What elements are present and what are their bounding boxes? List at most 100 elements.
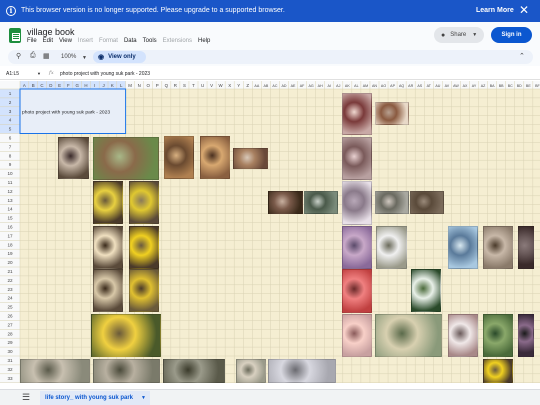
photo-orchard	[93, 137, 159, 180]
photo-white-cross	[376, 226, 407, 269]
column-header: AK	[345, 84, 350, 88]
row-header: 10	[7, 171, 13, 176]
document-title[interactable]: village book	[27, 27, 75, 37]
photo-trees-one	[268, 191, 303, 214]
menu-help[interactable]: Help	[198, 38, 210, 44]
menu-file[interactable]: File	[27, 38, 37, 44]
row-header: 31	[7, 358, 13, 363]
column-header: AJ	[336, 84, 340, 88]
column-header: AZ	[481, 84, 486, 88]
menu-data[interactable]: Data	[124, 38, 137, 44]
column-header: AX	[463, 84, 468, 88]
photo-dark-flower	[518, 314, 534, 357]
column-header: AV	[445, 84, 450, 88]
search-icon[interactable]: ⚲	[16, 52, 21, 60]
chevron-down-icon[interactable]: ▼	[37, 71, 41, 76]
menu-view[interactable]: View	[59, 38, 72, 44]
row-header: 24	[7, 296, 13, 301]
sign-in-button[interactable]: Sign in	[491, 27, 532, 43]
row-header: 16	[7, 225, 13, 230]
column-header: X	[228, 83, 231, 88]
photo-portrait-pink	[342, 93, 372, 135]
sheets-logo-icon[interactable]	[9, 28, 21, 43]
photo-person-sky	[448, 226, 478, 269]
column-header: AM	[363, 84, 368, 88]
formula-bar: A1:L5 ▼ fx photo project with young suk …	[0, 68, 540, 80]
chevron-up-icon[interactable]: ⌃	[519, 52, 525, 60]
column-header: AU	[435, 84, 440, 88]
row-header: 7	[9, 144, 12, 149]
photo-plant-pot	[375, 102, 409, 125]
spreadsheet-grid[interactable]: A B C D E F G H I J K L M N O P Q R S T U V W X Y Z AA AB AC AD AE AF AG…	[0, 81, 540, 383]
photo-field-d	[236, 359, 266, 383]
photo-white-flowers-green	[411, 269, 441, 312]
column-header: BE	[526, 84, 531, 88]
column-header: BB	[499, 84, 504, 88]
menu-tools[interactable]: Tools	[143, 38, 157, 44]
column-header: C	[40, 83, 43, 88]
column-header: Y	[237, 83, 240, 88]
merged-cell-text: photo project with young suk park - 2023	[22, 109, 110, 115]
row-header: 15	[7, 216, 13, 221]
photo-field-a	[20, 359, 90, 383]
column-header: AR	[408, 84, 413, 88]
formula-content[interactable]: photo project with young suk park - 2023	[60, 71, 150, 77]
fx-icon: fx	[49, 70, 54, 76]
row-header: 6	[9, 136, 12, 141]
column-header: BC	[508, 84, 513, 88]
menu-edit[interactable]: Edit	[43, 38, 53, 44]
learn-more-link[interactable]: Learn More	[476, 7, 514, 14]
info-icon: i	[6, 6, 16, 16]
view-only-button[interactable]: ◉ View only	[93, 51, 146, 63]
close-icon[interactable]: ✕	[519, 3, 529, 17]
photo-green-leaves	[483, 314, 513, 357]
photo-field-c	[163, 359, 225, 383]
globe-icon: ●	[441, 31, 446, 39]
column-header: AE	[291, 84, 296, 88]
column-header: AA	[254, 84, 259, 88]
column-header: AF	[300, 84, 305, 88]
row-header: 12	[7, 189, 13, 194]
column-header: G	[75, 83, 79, 88]
row-header: 22	[7, 278, 13, 283]
column-header: AW	[453, 84, 459, 88]
print-icon[interactable]: ⎙	[30, 52, 36, 60]
column-header: E	[58, 83, 61, 88]
photo-seedling-a	[93, 226, 123, 269]
chevron-down-icon[interactable]: ▼	[141, 391, 146, 405]
photo-bubble-macro	[342, 314, 372, 357]
row-header: 11	[8, 180, 13, 185]
photo-yellow-flower-b	[129, 181, 159, 224]
menu-extensions: Extensions	[162, 38, 193, 44]
photo-fence	[375, 191, 409, 214]
column-header: O	[147, 83, 151, 88]
chevron-down-icon[interactable]: ▼	[82, 55, 87, 61]
row-header: 2	[9, 100, 12, 105]
row-header: 27	[7, 322, 13, 327]
photo-dark-tree	[518, 226, 534, 269]
photo-yellow-flowers-e	[91, 314, 161, 357]
row-header: 33	[7, 376, 13, 381]
column-header: BF	[535, 84, 540, 88]
zoom-select[interactable]: 100%	[61, 54, 76, 60]
toolbar: ⚲ ⎙ ▦ 100% ▼	[0, 48, 540, 66]
share-label: Share	[450, 32, 467, 38]
row-header: 4	[9, 118, 12, 123]
row-header: 14	[7, 207, 13, 212]
column-header: AG	[309, 84, 314, 88]
photo-shovel	[483, 226, 513, 269]
share-button[interactable]: ● Share ▼	[434, 27, 484, 43]
name-box[interactable]: A1:L5	[6, 71, 19, 77]
column-header: AS	[417, 84, 422, 88]
photo-yellow-flowers-c	[483, 359, 513, 383]
sheet-tab-life-story[interactable]: life story_ with young suk park ▼	[40, 391, 150, 405]
photo-yellow-flowers-d	[129, 269, 159, 312]
column-header: M	[128, 83, 132, 88]
column-header: AD	[281, 84, 286, 88]
column-header: D	[49, 83, 52, 88]
photo-seedlings-b	[93, 269, 123, 312]
paint-format-icon[interactable]: ▦	[43, 52, 50, 60]
column-header: BD	[517, 84, 522, 88]
all-sheets-menu-icon[interactable]: ☰	[22, 392, 30, 403]
column-header: P	[156, 83, 159, 88]
